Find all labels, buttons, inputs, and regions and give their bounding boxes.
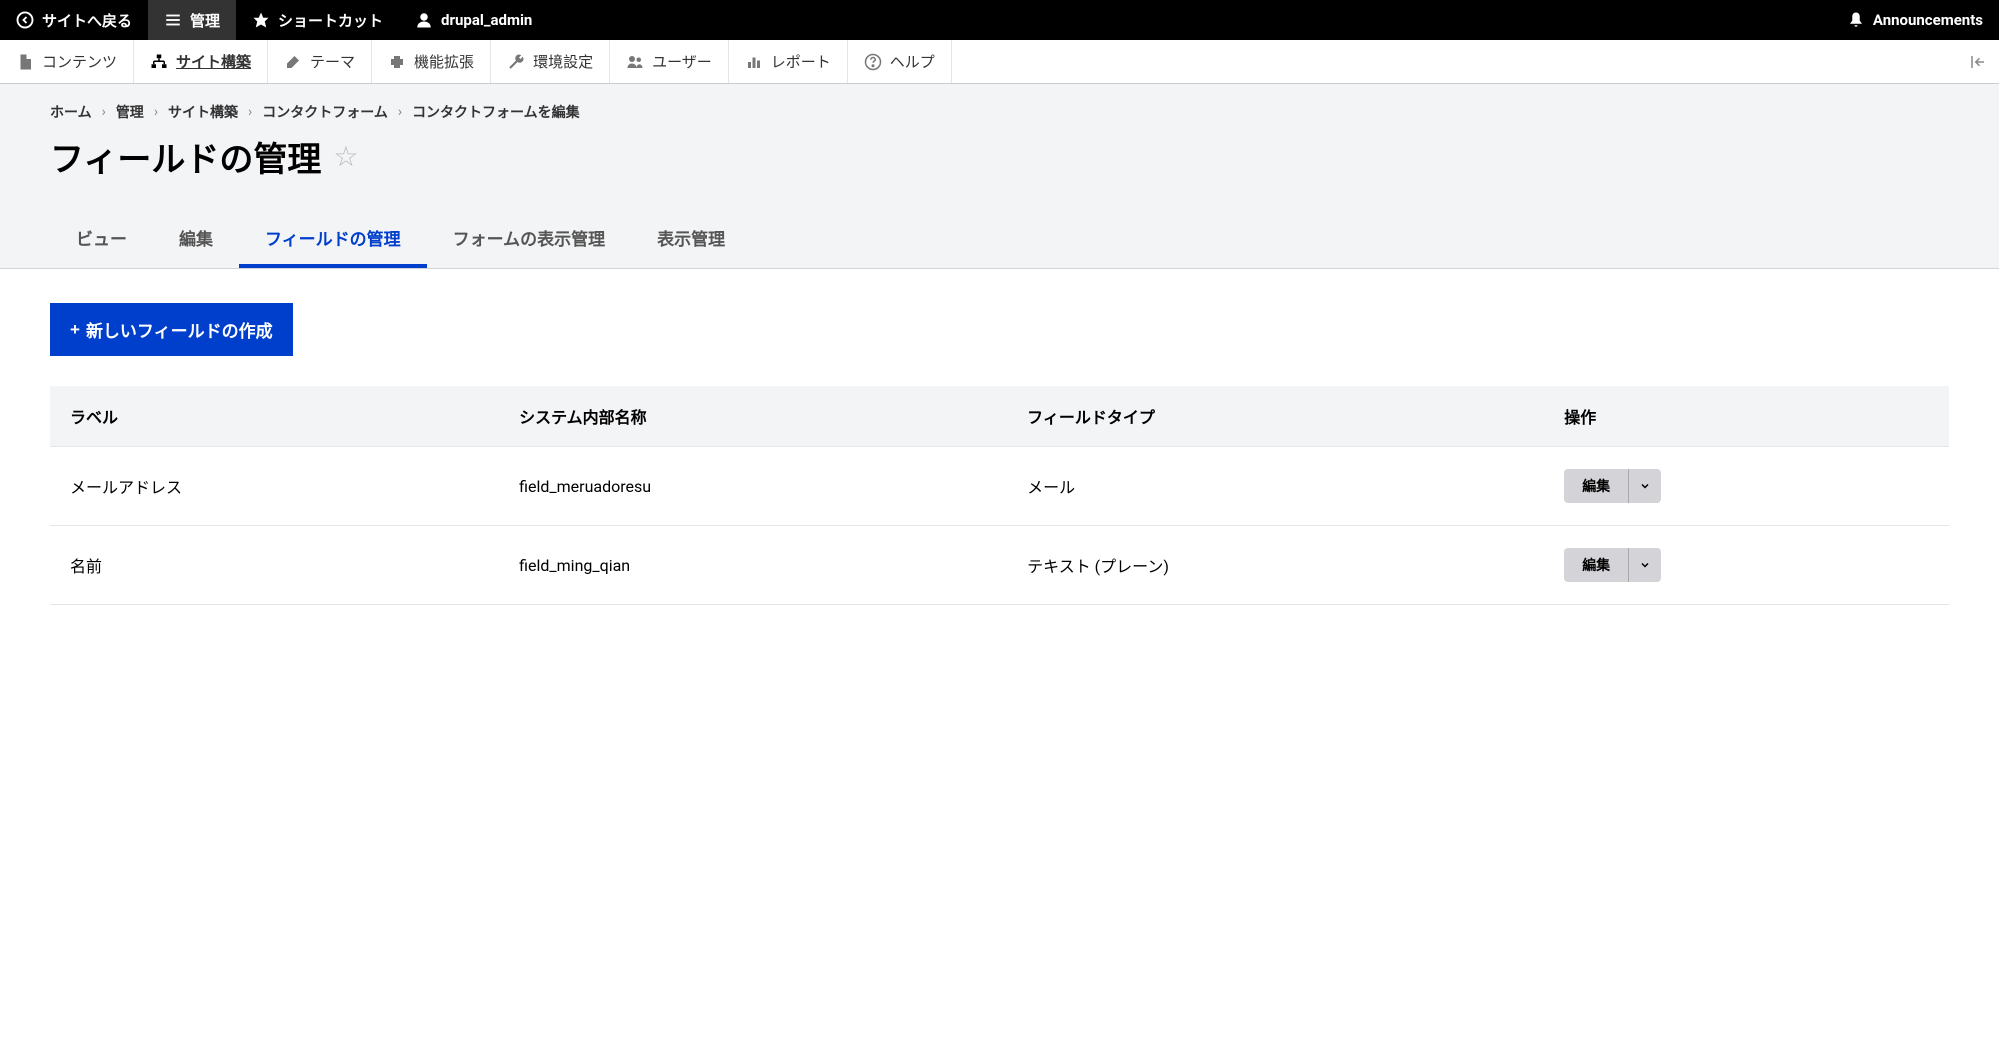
star-icon [252, 11, 270, 29]
announcements-label: Announcements [1873, 11, 1983, 29]
hamburger-icon [164, 11, 182, 29]
tab-display[interactable]: 表示管理 [631, 211, 751, 268]
breadcrumb-item[interactable]: ホーム [50, 102, 92, 122]
create-field-button[interactable]: + 新しいフィールドの作成 [50, 303, 293, 356]
breadcrumb-separator: › [154, 104, 158, 120]
admin-menu: コンテンツ サイト構築 テーマ 機能拡張 環境設定 ユーザー レポート ヘルプ [0, 40, 1999, 84]
cell-field-type: メール [1007, 447, 1544, 526]
admin-content[interactable]: コンテンツ [0, 40, 134, 83]
people-icon [626, 53, 644, 71]
admin-configuration[interactable]: 環境設定 [491, 40, 610, 83]
operations-dropbutton: 編集 [1564, 469, 1661, 503]
breadcrumb-item[interactable]: サイト構築 [168, 102, 238, 122]
th-operations: 操作 [1544, 386, 1949, 447]
toolbar-top: サイトへ戻る 管理 ショートカット drupal_admin Announcem… [0, 0, 1999, 40]
wrench-icon [507, 53, 525, 71]
operations-dropbutton: 編集 [1564, 548, 1661, 582]
cell-machine-name: field_ming_qian [499, 526, 1007, 605]
admin-extend-label: 機能拡張 [414, 51, 474, 72]
cell-label: 名前 [50, 526, 499, 605]
breadcrumb: ホーム › 管理 › サイト構築 › コンタクトフォーム › コンタクトフォーム… [50, 102, 1949, 122]
plus-icon: + [70, 320, 80, 340]
bell-icon [1847, 11, 1865, 29]
file-icon [16, 53, 34, 71]
page-title: フィールドの管理 [50, 132, 321, 181]
admin-reports-label: レポート [771, 51, 831, 72]
shortcut-star-icon[interactable]: ☆ [333, 140, 358, 173]
sitemap-icon [150, 53, 168, 71]
admin-help[interactable]: ヘルプ [848, 40, 952, 83]
breadcrumb-separator: › [102, 104, 106, 120]
shortcuts-label: ショートカット [278, 10, 383, 31]
puzzle-icon [388, 53, 406, 71]
manage-label: 管理 [190, 10, 220, 31]
fields-table: ラベル システム内部名称 フィールドタイプ 操作 メールアドレス field_m… [50, 386, 1949, 605]
tab-edit[interactable]: 編集 [153, 211, 239, 268]
shortcuts-link[interactable]: ショートカット [236, 0, 399, 40]
tab-form-display[interactable]: フォームの表示管理 [427, 211, 632, 268]
announcements-link[interactable]: Announcements [1831, 0, 1999, 40]
admin-content-label: コンテンツ [42, 51, 117, 72]
admin-structure-label: サイト構築 [176, 51, 251, 72]
admin-reports[interactable]: レポート [729, 40, 848, 83]
admin-appearance-label: テーマ [310, 51, 355, 72]
breadcrumb-separator: › [248, 104, 252, 120]
content-region: + 新しいフィールドの作成 ラベル システム内部名称 フィールドタイプ 操作 メ… [0, 269, 1999, 639]
breadcrumb-item[interactable]: コンタクトフォーム [262, 102, 388, 122]
back-to-site-label: サイトへ戻る [42, 10, 132, 31]
chevron-down-icon [1639, 559, 1651, 571]
user-label: drupal_admin [441, 11, 532, 29]
breadcrumb-item[interactable]: コンタクトフォームを編集 [412, 102, 580, 122]
help-icon [864, 53, 882, 71]
table-row: 名前 field_ming_qian テキスト (プレーン) 編集 [50, 526, 1949, 605]
collapse-icon [1969, 53, 1987, 71]
cell-machine-name: field_meruadoresu [499, 447, 1007, 526]
header-region: ホーム › 管理 › サイト構築 › コンタクトフォーム › コンタクトフォーム… [0, 84, 1999, 269]
user-link[interactable]: drupal_admin [399, 0, 548, 40]
chevron-left-circle-icon [16, 11, 34, 29]
create-field-label: 新しいフィールドの作成 [86, 317, 273, 342]
admin-people[interactable]: ユーザー [610, 40, 729, 83]
edit-button[interactable]: 編集 [1564, 469, 1628, 503]
th-machine-name: システム内部名称 [499, 386, 1007, 447]
cell-operations: 編集 [1544, 526, 1949, 605]
cell-label: メールアドレス [50, 447, 499, 526]
back-to-site-link[interactable]: サイトへ戻る [0, 0, 148, 40]
chevron-down-icon [1639, 480, 1651, 492]
admin-appearance[interactable]: テーマ [268, 40, 372, 83]
page-title-row: フィールドの管理 ☆ [50, 132, 1949, 181]
th-label: ラベル [50, 386, 499, 447]
cell-field-type: テキスト (プレーン) [1007, 526, 1544, 605]
breadcrumb-separator: › [398, 104, 402, 120]
admin-help-label: ヘルプ [890, 51, 935, 72]
table-row: メールアドレス field_meruadoresu メール 編集 [50, 447, 1949, 526]
admin-structure[interactable]: サイト構築 [134, 40, 268, 83]
tab-manage-fields[interactable]: フィールドの管理 [239, 211, 427, 268]
admin-configuration-label: 環境設定 [533, 51, 593, 72]
admin-people-label: ユーザー [652, 51, 712, 72]
tab-view[interactable]: ビュー [50, 211, 153, 268]
admin-extend[interactable]: 機能拡張 [372, 40, 491, 83]
th-field-type: フィールドタイプ [1007, 386, 1544, 447]
paintbrush-icon [284, 53, 302, 71]
dropbutton-toggle[interactable] [1628, 548, 1661, 582]
toolbar-orientation-toggle[interactable] [1957, 53, 1999, 71]
edit-button[interactable]: 編集 [1564, 548, 1628, 582]
user-icon [415, 11, 433, 29]
cell-operations: 編集 [1544, 447, 1949, 526]
manage-toggle[interactable]: 管理 [148, 0, 236, 40]
primary-tabs: ビュー 編集 フィールドの管理 フォームの表示管理 表示管理 [50, 211, 1949, 268]
bar-chart-icon [745, 53, 763, 71]
dropbutton-toggle[interactable] [1628, 469, 1661, 503]
breadcrumb-item[interactable]: 管理 [116, 102, 144, 122]
